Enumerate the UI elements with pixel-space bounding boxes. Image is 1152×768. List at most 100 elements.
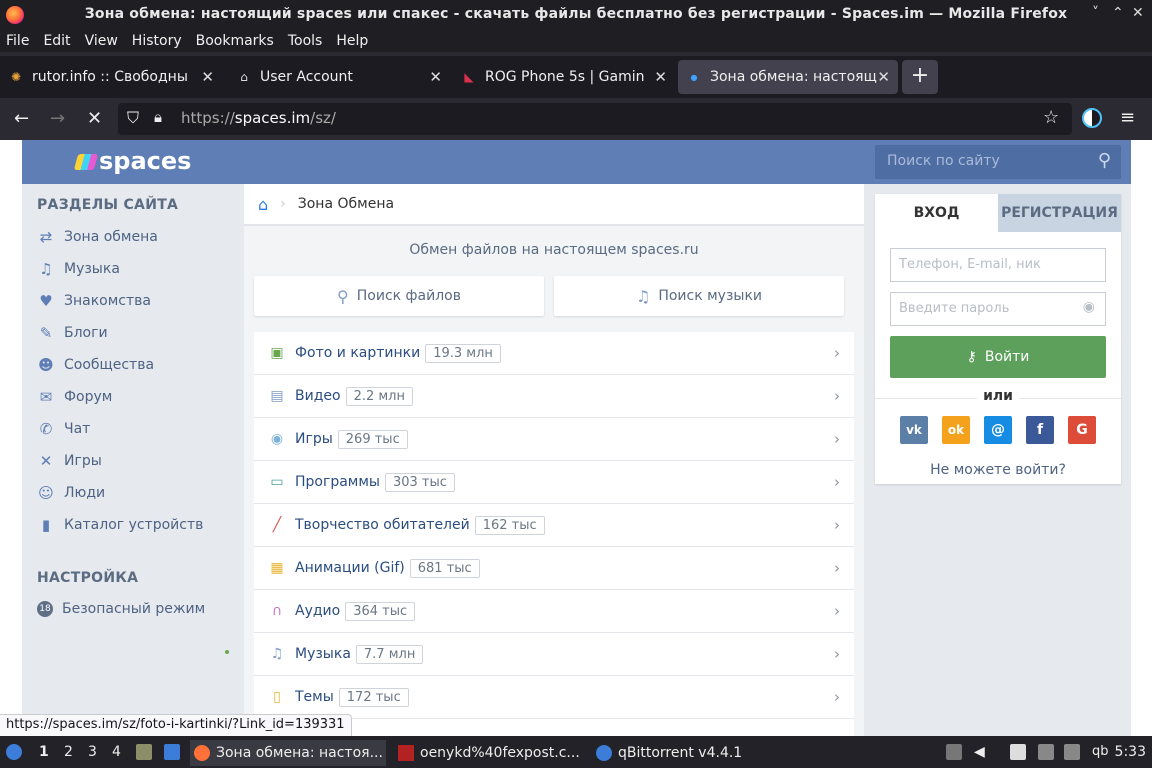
music-note-icon: ♫ (635, 286, 651, 306)
login-button[interactable]: ⚷ Войти (890, 336, 1106, 378)
clipboard-icon[interactable] (1010, 744, 1026, 760)
category-programs[interactable]: ▭ Программы 303 тыс › (254, 461, 854, 504)
chevron-right-icon: › (834, 559, 840, 577)
sidebar-item-music[interactable]: ♫ Музыка (37, 258, 120, 280)
volume-icon[interactable]: ◀ (974, 744, 990, 760)
eye-icon[interactable]: ◉ (1083, 299, 1095, 315)
search-icon[interactable]: ⚲ (1098, 150, 1111, 171)
back-arrow-icon[interactable]: ← (14, 108, 29, 129)
community-icon: ☻ (38, 356, 54, 374)
category-music[interactable]: ♫ Музыка 7.7 млн › (254, 633, 854, 676)
forgot-link[interactable]: Не можете войти? (875, 462, 1121, 478)
key-icon: ⚷ (966, 349, 977, 365)
tray-upload-icon[interactable] (946, 744, 962, 760)
workspace-1[interactable]: 1 (39, 744, 49, 760)
taskbar-window-firefox[interactable]: Зона обмена: настоя... (190, 740, 386, 766)
close-window-button[interactable]: ✕ (1132, 5, 1144, 21)
tab-spaces[interactable]: ● Зона обмена: настоящи ✕ (678, 60, 898, 94)
menu-view[interactable]: View (85, 33, 118, 49)
category-video[interactable]: ▤ Видео 2.2 млн › (254, 375, 854, 418)
photo-icon: ▣ (270, 345, 284, 361)
headphones-icon: ∩ (271, 603, 283, 619)
start-menu-icon[interactable] (6, 744, 22, 760)
login-input[interactable]: Телефон, E-mail, ник (890, 248, 1106, 282)
heart-icon: ♥ (39, 292, 53, 310)
shield-icon[interactable]: ⛉ (127, 108, 139, 128)
google-icon[interactable]: G (1068, 416, 1096, 444)
vk-icon[interactable]: vk (900, 416, 928, 444)
status-dot-icon (225, 650, 229, 654)
close-tab-icon[interactable]: ✕ (654, 68, 667, 86)
sidebar-item-dating[interactable]: ♥ Знакомства (37, 290, 151, 312)
sidebar-item-chat[interactable]: ✆ Чат (37, 418, 91, 440)
taskbar-window-qbittorrent[interactable]: qBittorrent v4.4.1 (592, 740, 762, 766)
menu-file[interactable]: File (6, 33, 29, 49)
mail-icon[interactable]: @ (984, 416, 1012, 444)
desktop-icon[interactable] (164, 744, 180, 760)
facebook-icon[interactable]: f (1026, 416, 1054, 444)
odnoklassniki-icon[interactable]: ok (942, 416, 970, 444)
extension-icon[interactable] (1082, 108, 1102, 128)
search-files-button[interactable]: ⚲ Поиск файлов (254, 276, 544, 316)
menu-help[interactable]: Help (336, 33, 368, 49)
new-tab-button[interactable]: + (902, 60, 938, 94)
file-manager-icon[interactable] (136, 744, 152, 760)
tab-login[interactable]: ВХОД (875, 194, 998, 232)
category-list: ▣ Фото и картинки 19.3 млн › ▤ Видео 2.2 млн ›… (254, 332, 854, 736)
close-tab-icon[interactable]: ✕ (877, 68, 890, 86)
lock-icon[interactable]: 🔒︎ (154, 108, 162, 126)
stop-loading-icon[interactable]: ✕ (87, 108, 102, 129)
url-text[interactable]: https://spaces.im/sz/ (181, 109, 336, 127)
rutor-icon: ✺ (10, 70, 22, 84)
search-icon: ⚲ (337, 286, 349, 306)
workspace-4[interactable]: 4 (112, 744, 121, 760)
hamburger-menu-icon[interactable]: ≡ (1120, 107, 1135, 128)
workspace-3[interactable]: 3 (88, 744, 97, 760)
tab-rutor[interactable]: ✺ rutor.info :: Свободный т ✕ (0, 60, 222, 94)
close-tab-icon[interactable]: ✕ (201, 68, 214, 86)
password-input[interactable]: Введите пароль ◉ (890, 292, 1106, 326)
search-music-button[interactable]: ♫ Поиск музыки (554, 276, 844, 316)
network-icon[interactable] (1038, 744, 1054, 760)
sidebar-item-forum[interactable]: ✉ Форум (37, 386, 113, 408)
count-badge: 162 тыс (474, 515, 545, 535)
bookmark-star-icon[interactable]: ☆ (1043, 107, 1059, 128)
category-audio[interactable]: ∩ Аудио 364 тыс › (254, 590, 854, 633)
sidebar-item-communities[interactable]: ☻ Сообщества (37, 354, 154, 376)
menu-tools[interactable]: Tools (288, 33, 323, 49)
gif-icon: ▦ (270, 560, 284, 576)
taskbar-window-filezilla[interactable]: oenykd%40fexpost.c... (394, 740, 584, 766)
workspace-2[interactable]: 2 (64, 744, 73, 760)
site-search-input[interactable]: Поиск по сайту ⚲ (875, 145, 1121, 179)
category-games[interactable]: ◉ Игры 269 тыс › (254, 418, 854, 461)
menu-edit[interactable]: Edit (43, 33, 70, 49)
menu-bookmarks[interactable]: Bookmarks (196, 33, 274, 49)
home-icon[interactable]: ⌂ (258, 195, 268, 214)
category-creativity[interactable]: ╱ Творчество обитателей 162 тыс › (254, 504, 854, 547)
notification-icon[interactable] (1064, 744, 1080, 760)
category-photo[interactable]: ▣ Фото и картинки 19.3 млн › (254, 332, 854, 375)
sidebar-item-games[interactable]: ✕ Игры (37, 450, 102, 472)
minimize-button[interactable]: ˅ (1092, 5, 1099, 21)
count-badge: 7.7 млн (355, 644, 424, 664)
forward-arrow-icon[interactable]: → (50, 108, 65, 129)
tab-register[interactable]: РЕГИСТРАЦИЯ (998, 194, 1121, 232)
loading-dot-icon: ● (690, 72, 698, 82)
qbittorrent-tray-icon[interactable]: qb (1092, 744, 1109, 760)
close-tab-icon[interactable]: ✕ (429, 68, 442, 86)
sidebar-item-people[interactable]: ☺ Люди (37, 482, 105, 504)
device-icon: ▮ (41, 516, 51, 534)
sidebar-item-blogs[interactable]: ✎ Блоги (37, 322, 108, 344)
site-logo[interactable]: spaces (73, 147, 191, 175)
window-title: Зона обмена: настоящий spaces или спакес… (84, 6, 1068, 22)
category-themes[interactable]: ▯ Темы 172 тыс › (254, 676, 854, 719)
chevron-right-icon: › (834, 516, 840, 534)
sidebar-item-exchange[interactable]: ⇄ Зона обмена (37, 226, 158, 248)
sidebar-item-safe-mode[interactable]: 18 Безопасный режим (37, 598, 205, 620)
tab-user-account[interactable]: ⌂ User Account ✕ (228, 60, 450, 94)
category-gif[interactable]: ▦ Анимации (Gif) 681 тыс › (254, 547, 854, 590)
tab-rog-phone[interactable]: ◣ ROG Phone 5s | Gaming ✕ (453, 60, 675, 94)
sidebar-item-devices[interactable]: ▮ Каталог устройств (37, 514, 204, 536)
maximize-button[interactable]: ⌃ (1112, 5, 1124, 21)
menu-history[interactable]: History (132, 33, 182, 49)
